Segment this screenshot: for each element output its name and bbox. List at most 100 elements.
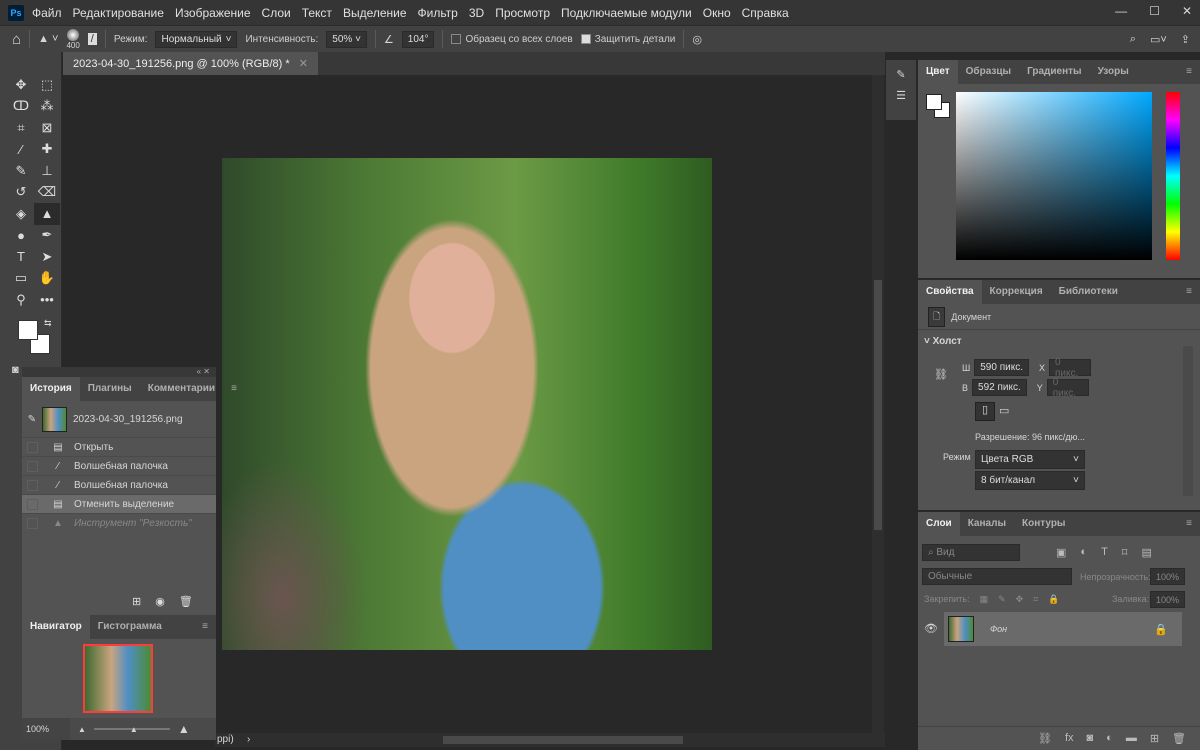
panel-menu-icon[interactable]: ≡ bbox=[194, 615, 216, 639]
brush-preset-picker[interactable]: 400 bbox=[66, 28, 80, 50]
brush-tool-icon[interactable]: ✎ bbox=[8, 160, 34, 182]
adjustment-layer-icon[interactable]: ◐ bbox=[1106, 732, 1113, 750]
paint-bucket-tool-icon[interactable]: ◈ bbox=[8, 203, 34, 225]
menu-layers[interactable]: Слои bbox=[262, 6, 291, 20]
crop-tool-icon[interactable]: ⌗ bbox=[8, 117, 34, 139]
tab-patterns[interactable]: Узоры bbox=[1090, 60, 1137, 84]
tab-gradients[interactable]: Градиенты bbox=[1019, 60, 1090, 84]
height-input[interactable]: 592 пикс. bbox=[972, 379, 1027, 396]
new-document-from-state-icon[interactable]: ⊞ bbox=[132, 595, 141, 608]
pressure-icon[interactable]: ◎ bbox=[692, 33, 702, 46]
pen-tool-icon[interactable]: ✒ bbox=[34, 225, 60, 247]
sharpen-tool-preset-icon[interactable]: ▲ ˅ bbox=[38, 33, 58, 45]
eyedropper-tool-icon[interactable]: ⁄ bbox=[8, 139, 34, 161]
blend-mode-select[interactable]: Обычные bbox=[922, 568, 1072, 585]
add-mask-icon[interactable]: ◙ bbox=[1087, 732, 1094, 750]
mode-select[interactable]: Нормальный ˅ bbox=[155, 30, 238, 48]
lock-all-icon[interactable]: 🔒 bbox=[1048, 594, 1059, 605]
snapshot-camera-icon[interactable]: ◉ bbox=[155, 595, 165, 608]
tab-color[interactable]: Цвет bbox=[918, 60, 958, 84]
share-icon[interactable]: ⇪ bbox=[1181, 33, 1190, 46]
lock-pixels-icon[interactable]: ✎ bbox=[998, 594, 1006, 605]
zoom-out-icon[interactable]: ▲ bbox=[78, 725, 86, 734]
tab-libraries[interactable]: Библиотеки bbox=[1051, 280, 1126, 304]
canvas-section[interactable]: ˅ Холст bbox=[924, 336, 962, 347]
navigator-preview[interactable] bbox=[83, 644, 153, 713]
hand-tool-icon[interactable]: ✋ bbox=[34, 268, 60, 290]
marquee-tool-icon[interactable]: ⬚ bbox=[34, 74, 60, 96]
healing-brush-tool-icon[interactable]: ✚ bbox=[34, 139, 60, 161]
menu-filter[interactable]: Фильтр bbox=[418, 6, 458, 20]
history-item[interactable]: ▤ Открыть bbox=[22, 437, 216, 456]
type-filter-icon[interactable]: T bbox=[1101, 546, 1108, 559]
menu-help[interactable]: Справка bbox=[742, 6, 789, 20]
swap-colors-icon[interactable]: ⇆ bbox=[44, 318, 52, 329]
tab-paths[interactable]: Контуры bbox=[1014, 512, 1073, 536]
history-item[interactable]: ⁄ Волшебная палочка bbox=[22, 475, 216, 494]
y-input[interactable]: 0 пикс. bbox=[1046, 377, 1089, 399]
minimize-button[interactable]: — bbox=[1115, 4, 1127, 18]
tab-plugins[interactable]: Плагины bbox=[80, 377, 140, 401]
panel-collapse-bar[interactable]: « ✕ bbox=[22, 367, 216, 377]
lock-transparent-icon[interactable]: ▦ bbox=[980, 594, 989, 605]
new-group-icon[interactable]: ▬ bbox=[1126, 732, 1137, 750]
width-input[interactable]: 590 пикс. bbox=[974, 359, 1029, 376]
history-item-undone[interactable]: ▲ Инструмент "Резкость" bbox=[22, 513, 216, 532]
sample-all-layers-checkbox[interactable]: Образец со всех слоев bbox=[451, 34, 573, 45]
quick-mask-icon[interactable]: ◙ bbox=[12, 364, 19, 376]
lock-position-icon[interactable]: ✥ bbox=[1016, 594, 1024, 605]
history-snapshot[interactable]: ✎ 2023-04-30_191256.png bbox=[22, 401, 216, 437]
color-mode-select[interactable]: Цвета RGB ˅ bbox=[975, 450, 1085, 469]
sharpen-tool-icon[interactable]: ▲ bbox=[34, 203, 60, 225]
brush-settings-panel-icon[interactable]: ✎ bbox=[886, 60, 916, 81]
foreground-swatch[interactable] bbox=[926, 94, 942, 110]
saturation-brightness-field[interactable] bbox=[956, 92, 1152, 260]
smart-object-filter-icon[interactable]: ▤ bbox=[1141, 546, 1151, 559]
panel-menu-icon[interactable]: ≡ bbox=[1178, 280, 1200, 304]
history-item[interactable]: ⁄ Волшебная палочка bbox=[22, 456, 216, 475]
protect-detail-checkbox[interactable]: Защитить детали bbox=[580, 34, 675, 45]
adjustment-filter-icon[interactable]: ◐ bbox=[1080, 546, 1087, 559]
type-tool-icon[interactable]: T bbox=[8, 246, 34, 268]
path-selection-tool-icon[interactable]: ➤ bbox=[34, 246, 60, 268]
lasso-tool-icon[interactable]: ↀ bbox=[8, 96, 34, 118]
close-tab-icon[interactable]: ✕ bbox=[299, 58, 308, 70]
new-layer-icon[interactable]: ⊞ bbox=[1150, 732, 1159, 750]
history-item-selected[interactable]: ▤ Отменить выделение bbox=[22, 494, 216, 513]
tab-adjustments[interactable]: Коррекция bbox=[982, 280, 1051, 304]
workspace-icon[interactable]: ▭˅ bbox=[1150, 33, 1167, 46]
magic-wand-tool-icon[interactable]: ⁂ bbox=[34, 96, 60, 118]
history-brush-tool-icon[interactable]: ↺ bbox=[8, 182, 34, 204]
menu-3d[interactable]: 3D bbox=[469, 6, 484, 20]
x-input[interactable]: 0 пикс. bbox=[1049, 357, 1091, 379]
maximize-button[interactable]: ☐ bbox=[1149, 4, 1160, 18]
menu-plugins[interactable]: Подключаемые модули bbox=[561, 6, 692, 20]
menu-edit[interactable]: Редактирование bbox=[73, 6, 164, 20]
close-button[interactable]: ✕ bbox=[1182, 4, 1192, 18]
status-expand-icon[interactable]: › bbox=[247, 734, 250, 745]
home-icon[interactable]: ⌂ bbox=[12, 31, 21, 48]
menu-view[interactable]: Просмотр bbox=[495, 6, 550, 20]
more-tools-icon[interactable]: ••• bbox=[34, 289, 60, 311]
menu-type[interactable]: Текст bbox=[302, 6, 332, 20]
hue-slider[interactable] bbox=[1166, 92, 1180, 260]
vertical-scrollbar[interactable] bbox=[872, 75, 884, 735]
tab-channels[interactable]: Каналы bbox=[960, 512, 1014, 536]
brush-settings-icon[interactable]: / bbox=[87, 33, 97, 45]
zoom-tool-icon[interactable]: ⚲ bbox=[8, 289, 34, 311]
menu-select[interactable]: Выделение bbox=[343, 6, 407, 20]
zoom-in-icon[interactable]: ▲ bbox=[178, 722, 190, 736]
fill-input[interactable]: 100% bbox=[1150, 591, 1186, 608]
pixel-layer-filter-icon[interactable]: ▣ bbox=[1056, 546, 1066, 559]
tab-layers[interactable]: Слои bbox=[918, 512, 960, 536]
fx-icon[interactable]: fx bbox=[1065, 732, 1074, 750]
menu-image[interactable]: Изображение bbox=[175, 6, 251, 20]
menu-window[interactable]: Окно bbox=[703, 6, 731, 20]
link-icon[interactable]: ⛓ bbox=[934, 368, 948, 381]
opacity-input[interactable]: 100% bbox=[1150, 568, 1186, 585]
search-icon[interactable]: ⌕ bbox=[1130, 33, 1136, 46]
panel-menu-icon[interactable]: ≡ bbox=[223, 377, 245, 401]
document-image[interactable] bbox=[222, 158, 712, 650]
eye-icon[interactable]: 👁 bbox=[918, 612, 944, 646]
adjustments-panel-icon[interactable]: ☰ bbox=[886, 81, 916, 102]
